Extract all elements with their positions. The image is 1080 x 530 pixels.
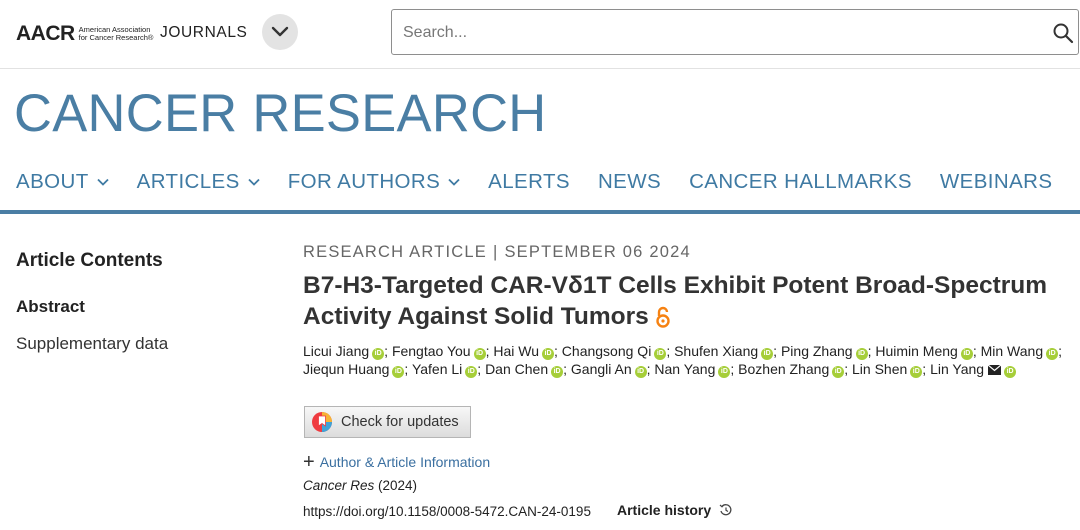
orcid-icon[interactable]: iD: [542, 348, 555, 360]
author-name[interactable]: Bozhen Zhang: [738, 361, 829, 377]
nav-articles-label: ARTICLES: [136, 170, 240, 193]
nav-articles[interactable]: ARTICLES: [137, 170, 260, 194]
orcid-icon[interactable]: iD: [473, 348, 486, 360]
sidebar-item-supplementary-data[interactable]: Supplementary data: [16, 334, 168, 354]
citation-journal: Cancer Res: [303, 478, 375, 493]
chevron-down-icon: [448, 178, 460, 186]
author-name[interactable]: Min Wang: [981, 343, 1044, 359]
nav-webinars[interactable]: WEBINARS: [940, 170, 1053, 194]
article-history-toggle[interactable]: Article history: [617, 502, 733, 518]
journals-menu-toggle[interactable]: [262, 14, 298, 50]
nav-about-label: ABOUT: [16, 170, 89, 193]
author-name[interactable]: Huimin Meng: [875, 343, 957, 359]
author-name[interactable]: Ping Zhang: [781, 343, 853, 359]
author-name[interactable]: Lin Yang: [930, 361, 984, 377]
article-date: SEPTEMBER 06 2024: [504, 243, 691, 261]
author-article-information-toggle[interactable]: + Author & Article Information: [303, 451, 491, 473]
logo-mark: AACR: [16, 22, 75, 45]
article-main: RESEARCH ARTICLE | SEPTEMBER 06 2024 B7-H3…: [303, 243, 1073, 519]
search-input[interactable]: [401, 21, 1025, 45]
orcid-icon[interactable]: iD: [634, 366, 647, 378]
logo-subtitle: American Association for Cancer Research…: [78, 25, 154, 42]
meta-separator: |: [492, 243, 499, 261]
nav-news-label: NEWS: [597, 170, 662, 193]
author-name[interactable]: Changsong Qi: [562, 343, 652, 359]
citation: Cancer Res (2024): [303, 478, 417, 493]
search-icon[interactable]: [1052, 22, 1074, 44]
author-list: Licui Jiang iD; Fengtao You iD; Hai Wu iD; …: [303, 343, 1063, 378]
orcid-icon[interactable]: iD: [1004, 366, 1017, 378]
article-title: B7-H3-Targeted CAR-Vδ1T Cells Exhibit Po…: [303, 270, 1073, 332]
orcid-icon[interactable]: iD: [465, 366, 478, 378]
orcid-icon[interactable]: iD: [910, 366, 923, 378]
author-name[interactable]: Fengtao You: [392, 343, 471, 359]
orcid-icon[interactable]: iD: [761, 348, 774, 360]
orcid-icon[interactable]: iD: [960, 348, 973, 360]
check-for-updates-button[interactable]: Check for updates: [304, 406, 471, 438]
nav-webinars-label: WEBINARS: [939, 170, 1053, 193]
author-name[interactable]: Hai Wu: [493, 343, 539, 359]
nav-divider: [0, 210, 1080, 214]
article-contents-heading: Article Contents: [16, 250, 163, 271]
author-name[interactable]: Lin Shen: [852, 361, 907, 377]
check-for-updates-label: Check for updates: [341, 414, 459, 430]
orcid-icon[interactable]: iD: [372, 348, 385, 360]
orcid-icon[interactable]: iD: [654, 348, 667, 360]
orcid-icon[interactable]: iD: [1046, 348, 1059, 360]
article-contents-sidebar: Article Contents Abstract Supplementary …: [16, 250, 266, 353]
nav-for-authors[interactable]: FOR AUTHORS: [288, 170, 460, 194]
article-history-label: Article history: [617, 502, 712, 518]
search-box[interactable]: [391, 9, 1079, 55]
article-type: RESEARCH ARTICLE: [303, 243, 487, 261]
author-name[interactable]: Dan Chen: [485, 361, 548, 377]
orcid-icon[interactable]: iD: [832, 366, 845, 378]
aacr-logo[interactable]: AACR American Association for Cancer Res…: [16, 22, 154, 46]
chevron-down-icon: [96, 178, 109, 186]
nav-cancer-hallmarks-label: CANCER HALLMARKS: [689, 170, 912, 193]
sidebar-item-abstract[interactable]: Abstract: [16, 297, 85, 317]
author-name[interactable]: Shufen Xiang: [674, 343, 758, 359]
nav-for-authors-label: FOR AUTHORS: [287, 170, 441, 193]
author-name[interactable]: Licui Jiang: [303, 343, 369, 359]
top-bar: AACR American Association for Cancer Res…: [0, 0, 1080, 69]
citation-year: (2024): [374, 478, 418, 493]
nav-cancer-hallmarks[interactable]: CANCER HALLMARKS: [689, 170, 912, 194]
nav-news[interactable]: NEWS: [598, 170, 661, 194]
nav-alerts-label: ALERTS: [488, 170, 570, 193]
author-name[interactable]: Gangli An: [571, 361, 632, 377]
doi-link[interactable]: https://doi.org/10.1158/0008-5472.CAN-24…: [303, 504, 591, 519]
journal-title[interactable]: CANCER RESEARCH: [14, 83, 547, 144]
main-nav: ABOUT ARTICLES FOR AUTHORS ALERTS NEWS C…: [16, 170, 1080, 194]
author-name[interactable]: Jiequn Huang: [303, 361, 389, 377]
history-icon: [719, 504, 732, 516]
orcid-icon[interactable]: iD: [855, 348, 868, 360]
masthead: CANCER RESEARCH ABOUT ARTICLES FOR AUTHO…: [0, 69, 1080, 211]
author-info-label: Author & Article Information: [319, 454, 491, 470]
orcid-icon[interactable]: iD: [551, 366, 564, 378]
journals-label[interactable]: JOURNALS: [160, 24, 247, 42]
chevron-down-icon: [271, 26, 289, 37]
nav-about[interactable]: ABOUT: [16, 170, 109, 194]
orcid-icon[interactable]: iD: [392, 366, 405, 378]
crossmark-icon: [312, 412, 332, 432]
article-title-text: B7-H3-Targeted CAR-Vδ1T Cells Exhibit Po…: [303, 272, 1048, 330]
article-meta: RESEARCH ARTICLE | SEPTEMBER 06 2024: [303, 243, 1073, 262]
nav-alerts[interactable]: ALERTS: [488, 170, 570, 194]
envelope-icon[interactable]: [988, 365, 1002, 375]
chevron-down-icon: [248, 178, 260, 186]
author-name[interactable]: Yafen Li: [412, 361, 462, 377]
plus-icon: +: [303, 451, 315, 473]
orcid-icon[interactable]: iD: [718, 366, 731, 378]
author-name[interactable]: Nan Yang: [654, 361, 715, 377]
open-access-icon: [656, 306, 670, 328]
